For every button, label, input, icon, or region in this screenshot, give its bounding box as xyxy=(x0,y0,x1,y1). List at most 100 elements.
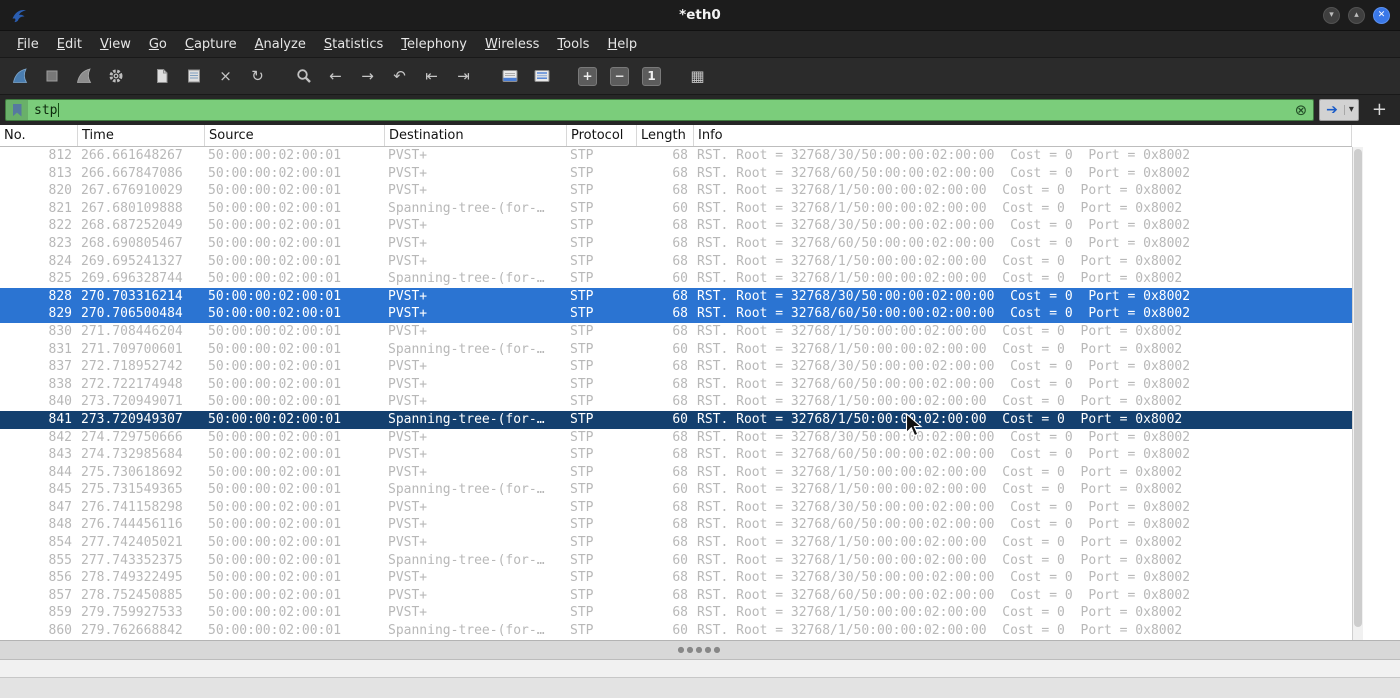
go-first-packet-button[interactable]: ⇤ xyxy=(416,62,447,90)
cell-no: 845 xyxy=(48,482,72,498)
cell-info: RST. Root = 32768/30/50:00:00:02:00:00 C… xyxy=(697,148,1191,163)
packet-row-813[interactable]: 813 266.667847086 50:00:00:02:00:01 PVST+ ST… xyxy=(0,164,1352,183)
packet-row-843[interactable]: 843 274.732985684 50:00:00:02:00:01 PVST+ ST… xyxy=(0,446,1352,464)
packet-row-854[interactable]: 854 277.742405021 50:00:00:02:00:01 PVST+ ST… xyxy=(0,534,1352,552)
menu-tools[interactable]: Tools xyxy=(548,34,598,55)
packet-row-822[interactable]: 822 268.687252049 50:00:00:02:00:01 PVST+ ST… xyxy=(0,217,1352,235)
packet-row-848[interactable]: 848 276.744456116 50:00:00:02:00:01 PVST+ ST… xyxy=(0,516,1352,535)
packet-row-831[interactable]: 831 271.709700601 50:00:00:02:00:01 Spannin… xyxy=(0,340,1352,359)
cell-destination: PVST+ xyxy=(388,464,428,480)
packet-row-812[interactable]: 812 266.661648267 50:00:00:02:00:01 PVST+ ST… xyxy=(0,147,1352,165)
cell-no: 831 xyxy=(48,341,72,357)
display-filter-input[interactable]: stp ⊗ xyxy=(5,99,1315,121)
cell-source: 50:00:00:02:00:01 xyxy=(208,288,342,304)
packet-row-820[interactable]: 820 267.676910029 50:00:00:02:00:01 PVST+ ST… xyxy=(0,182,1352,200)
restart-capture-button[interactable] xyxy=(68,62,99,90)
start-capture-button[interactable] xyxy=(4,62,35,90)
scrollbar-thumb[interactable] xyxy=(1354,149,1362,627)
packet-row-824[interactable]: 824 269.695241327 50:00:00:02:00:01 PVST+ ST… xyxy=(0,252,1352,271)
packet-row-823[interactable]: 823 268.690805467 50:00:00:02:00:01 PVST+ ST… xyxy=(0,234,1352,253)
cell-time: 272.722174948 xyxy=(81,376,183,392)
packet-row-829[interactable]: 829 270.706500484 50:00:00:02:00:01 PVST+ ST… xyxy=(0,305,1352,323)
auto-scroll-toggle-button[interactable] xyxy=(494,62,525,90)
packet-row-855[interactable]: 855 277.743352375 50:00:00:02:00:01 Spannin… xyxy=(0,551,1352,570)
packet-row-860[interactable]: 860 279.762668842 50:00:00:02:00:01 Spannin… xyxy=(0,622,1352,640)
cell-protocol: STP xyxy=(570,306,594,322)
cell-length: 68 xyxy=(672,376,688,392)
go-last-packet-button[interactable]: ⇥ xyxy=(448,62,479,90)
menu-edit[interactable]: Edit xyxy=(48,34,91,55)
cell-protocol: STP xyxy=(570,183,594,199)
menu-telephony[interactable]: Telephony xyxy=(392,34,476,55)
zoom-out-icon: − xyxy=(610,66,629,86)
zoom-in-button[interactable]: + xyxy=(572,62,603,90)
resize-columns-button[interactable]: ▦ xyxy=(682,62,713,90)
close-capture-file-button[interactable]: × xyxy=(210,62,241,90)
go-to-packet-button[interactable]: ↶ xyxy=(384,62,415,90)
packet-row-845[interactable]: 845 275.731549365 50:00:00:02:00:01 Spannin… xyxy=(0,481,1352,499)
go-forward-button[interactable]: → xyxy=(352,62,383,90)
cell-time: 276.741158298 xyxy=(81,499,183,515)
cell-destination: PVST+ xyxy=(388,148,428,163)
close-button[interactable]: ✕ xyxy=(1373,6,1390,24)
find-packet-button[interactable] xyxy=(288,62,319,90)
filter-dropdown-caret[interactable]: ▾ xyxy=(1343,105,1358,115)
cell-length: 68 xyxy=(672,165,688,181)
menu-file[interactable]: File xyxy=(8,34,48,55)
filter-add-button[interactable]: + xyxy=(1364,101,1395,119)
packet-row-844[interactable]: 844 275.730618692 50:00:00:02:00:01 PVST+ ST… xyxy=(0,463,1352,482)
menu-capture[interactable]: Capture xyxy=(176,34,246,55)
reload-capture-button[interactable]: ↻ xyxy=(242,62,273,90)
cell-time: 267.676910029 xyxy=(81,183,183,199)
packet-row-837[interactable]: 837 272.718952742 50:00:00:02:00:01 PVST+ ST… xyxy=(0,358,1352,376)
packet-row-828[interactable]: 828 270.703316214 50:00:00:02:00:01 PVST+ ST… xyxy=(0,287,1352,306)
packet-row-847[interactable]: 847 276.741158298 50:00:00:02:00:01 PVST+ ST… xyxy=(0,498,1352,517)
column-header-protocol[interactable]: Protocol xyxy=(567,125,637,146)
zoom-out-button[interactable]: − xyxy=(604,62,635,90)
menu-statistics[interactable]: Statistics xyxy=(315,34,392,55)
colorize-toggle-button[interactable] xyxy=(526,62,557,90)
open-capture-file-icon xyxy=(153,67,171,85)
maximize-button[interactable]: ▴ xyxy=(1348,6,1365,24)
column-header-source[interactable]: Source xyxy=(205,125,385,146)
packet-row-821[interactable]: 821 267.680109888 50:00:00:02:00:01 Spannin… xyxy=(0,199,1352,218)
packet-row-825[interactable]: 825 269.696328744 50:00:00:02:00:01 Spannin… xyxy=(0,270,1352,288)
cell-length: 68 xyxy=(672,464,688,480)
filter-apply-button[interactable]: ➔ xyxy=(1320,103,1344,117)
packet-row-859[interactable]: 859 279.759927533 50:00:00:02:00:01 PVST+ ST… xyxy=(0,604,1352,623)
column-header-destination[interactable]: Destination xyxy=(385,125,567,146)
go-back-button[interactable]: ← xyxy=(320,62,351,90)
cell-info: RST. Root = 32768/1/50:00:00:02:00:00 Co… xyxy=(697,623,1183,639)
menu-go[interactable]: Go xyxy=(140,34,176,55)
column-header-info[interactable]: Info xyxy=(694,125,1352,146)
pane-splitter[interactable]: ●●●●● xyxy=(0,640,1400,660)
save-capture-file-button[interactable] xyxy=(178,62,209,90)
filter-value: stp xyxy=(34,102,58,118)
menu-analyze[interactable]: Analyze xyxy=(246,34,315,55)
zoom-reset-button[interactable]: 1 xyxy=(636,62,667,90)
packet-row-840[interactable]: 840 273.720949071 50:00:00:02:00:01 PVST+ ST… xyxy=(0,393,1352,411)
vertical-scrollbar[interactable] xyxy=(1352,147,1363,640)
column-header-length[interactable]: Length xyxy=(637,125,694,146)
menu-help[interactable]: Help xyxy=(598,34,646,55)
packet-row-830[interactable]: 830 271.708446204 50:00:00:02:00:01 PVST+ ST… xyxy=(0,322,1352,341)
filter-clear-icon[interactable]: ⊗ xyxy=(1295,102,1308,118)
packet-row-857[interactable]: 857 278.752450885 50:00:00:02:00:01 PVST+ ST… xyxy=(0,586,1352,605)
menu-view[interactable]: View xyxy=(91,34,140,55)
column-header-time[interactable]: Time xyxy=(78,125,205,146)
cell-protocol: STP xyxy=(570,218,594,234)
packet-row-841[interactable]: 841 273.720949307 50:00:00:02:00:01 Spannin… xyxy=(0,410,1352,429)
open-capture-file-button[interactable] xyxy=(146,62,177,90)
column-header-no[interactable]: No. xyxy=(0,125,78,146)
cell-length: 68 xyxy=(672,447,688,463)
titlebar[interactable]: *eth0 ▾ ▴ ✕ xyxy=(0,0,1400,30)
stop-capture-button[interactable] xyxy=(36,62,67,90)
capture-options-button[interactable] xyxy=(100,62,131,90)
cell-info: RST. Root = 32768/1/50:00:00:02:00:00 Co… xyxy=(697,464,1183,480)
packet-row-838[interactable]: 838 272.722174948 50:00:00:02:00:01 PVST+ ST… xyxy=(0,375,1352,394)
packet-row-842[interactable]: 842 274.729750666 50:00:00:02:00:01 PVST+ ST… xyxy=(0,428,1352,447)
packet-row-856[interactable]: 856 278.749322495 50:00:00:02:00:01 PVST+ ST… xyxy=(0,569,1352,587)
filter-bookmark-button[interactable] xyxy=(6,100,28,120)
minimize-button[interactable]: ▾ xyxy=(1323,6,1340,24)
menu-wireless[interactable]: Wireless xyxy=(476,34,548,55)
